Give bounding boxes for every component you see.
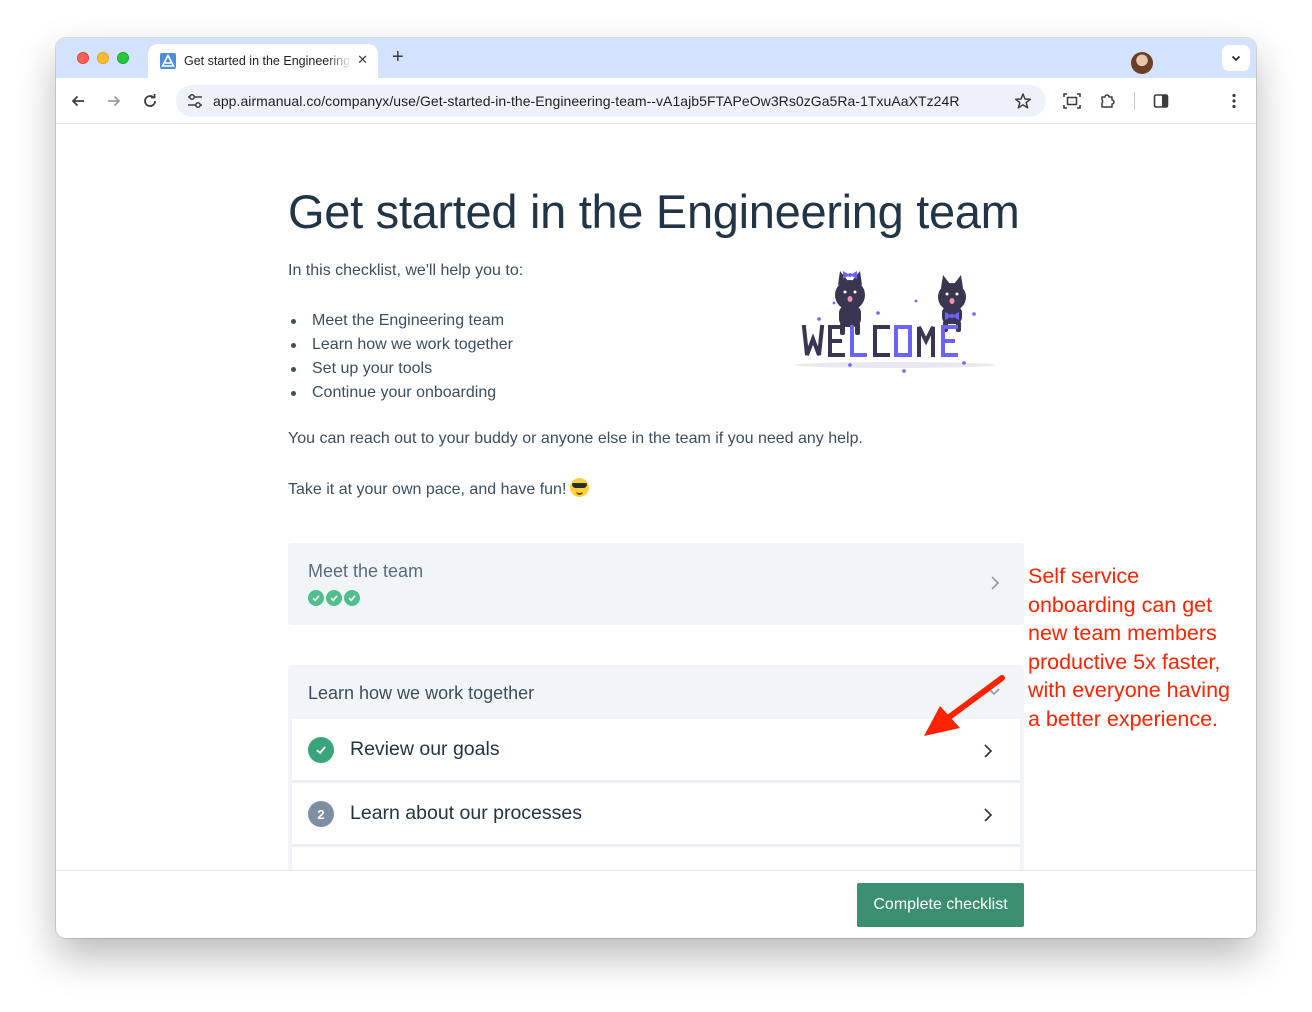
tab-bar: Get started in the Engineering team ✕ + (56, 38, 1256, 78)
toolbar-divider (1134, 92, 1135, 110)
checklist-step[interactable] (292, 847, 1020, 870)
list-item: Learn how we work together (288, 333, 513, 357)
checklist-step[interactable]: 2 Learn about our processes (292, 783, 1020, 845)
browser-window: Get started in the Engineering team ✕ + … (56, 38, 1256, 938)
tab-close-icon[interactable]: ✕ (357, 52, 368, 68)
annotation-arrow-icon (924, 675, 1005, 736)
step-number-badge: 2 (308, 801, 334, 827)
step-label: Learn about our processes (350, 802, 582, 824)
annotation-line: Self service (1028, 564, 1140, 588)
complete-checklist-button[interactable]: Complete checklist (857, 883, 1024, 927)
airmanual-favicon-icon (160, 53, 176, 69)
annotation-line: onboarding can get (1028, 592, 1213, 617)
section-learn-how-we-work: Learn how we work together Review our go… (288, 665, 1024, 870)
section-title[interactable]: Learn how we work together (308, 683, 534, 704)
close-window-button[interactable] (77, 52, 89, 64)
check-icon (344, 590, 360, 606)
step-done-check-icon (308, 737, 334, 763)
browser-toolbar: app.airmanual.co/companyx/use/Get-starte… (56, 78, 1256, 124)
annotation-line: new team members (1028, 621, 1217, 646)
list-item: Set up your tools (288, 357, 513, 381)
reload-icon[interactable] (139, 90, 161, 112)
list-item: Continue your onboarding (288, 381, 513, 405)
forward-arrow-icon[interactable] (103, 90, 125, 112)
url-text: app.airmanual.co/companyx/use/Get-starte… (213, 93, 960, 109)
maximize-window-button[interactable] (117, 52, 129, 64)
welcome-illustration (795, 271, 995, 373)
tab-title: Get started in the Engineering team (184, 54, 352, 68)
checklist-footer: Complete checklist (56, 870, 1256, 938)
kebab-menu-icon[interactable] (1223, 90, 1245, 112)
chevron-right-icon (991, 576, 1000, 590)
section-title: Meet the team (308, 561, 424, 581)
bookmark-star-icon[interactable] (1014, 92, 1032, 110)
pace-text: Take it at your own pace, and have fun! (288, 478, 590, 499)
annotation-line: with everyone having (1028, 678, 1230, 703)
pace-label: Take it at your own pace, and have fun! (288, 481, 567, 498)
address-bar[interactable]: app.airmanual.co/companyx/use/Get-starte… (176, 85, 1046, 117)
chevron-right-icon (984, 744, 993, 758)
intro-text: In this checklist, we'll help you to: (288, 262, 524, 279)
minimize-window-button[interactable] (97, 52, 109, 64)
chevron-right-icon (984, 808, 993, 822)
reach-out-text: You can reach out to your buddy or anyon… (288, 430, 863, 447)
tab-search-button[interactable] (1222, 45, 1250, 71)
chevron-down-icon (1231, 55, 1241, 62)
extensions-puzzle-icon[interactable] (1097, 90, 1119, 112)
side-panel-icon[interactable] (1150, 90, 1172, 112)
page-content: Get started in the Engineering team In t… (56, 125, 1256, 870)
page-title: Get started in the Engineering team (288, 185, 1020, 238)
goals-list: Meet the Engineering team Learn how we w… (288, 309, 513, 405)
new-tab-button[interactable]: + (392, 46, 404, 68)
site-settings-icon[interactable] (186, 92, 204, 110)
browser-tab[interactable]: Get started in the Engineering team ✕ (148, 44, 378, 78)
completed-steps-indicator (308, 590, 360, 606)
annotation-line: productive 5x faster, (1028, 649, 1221, 674)
checklist-step[interactable]: Review our goals (292, 719, 1020, 781)
check-icon (326, 590, 342, 606)
back-arrow-icon[interactable] (67, 90, 89, 112)
list-item: Meet the Engineering team (288, 309, 513, 333)
marketing-annotation: Self service onboarding can get new team… (1028, 562, 1258, 734)
profile-avatar[interactable] (1131, 52, 1153, 74)
sunglasses-emoji-icon (570, 478, 590, 497)
annotation-line: a better experience. (1028, 706, 1219, 731)
check-icon (308, 590, 324, 606)
step-label: Review our goals (350, 738, 500, 760)
section-meet-the-team[interactable]: Meet the team (288, 543, 1024, 625)
screenshot-icon[interactable] (1061, 90, 1083, 112)
